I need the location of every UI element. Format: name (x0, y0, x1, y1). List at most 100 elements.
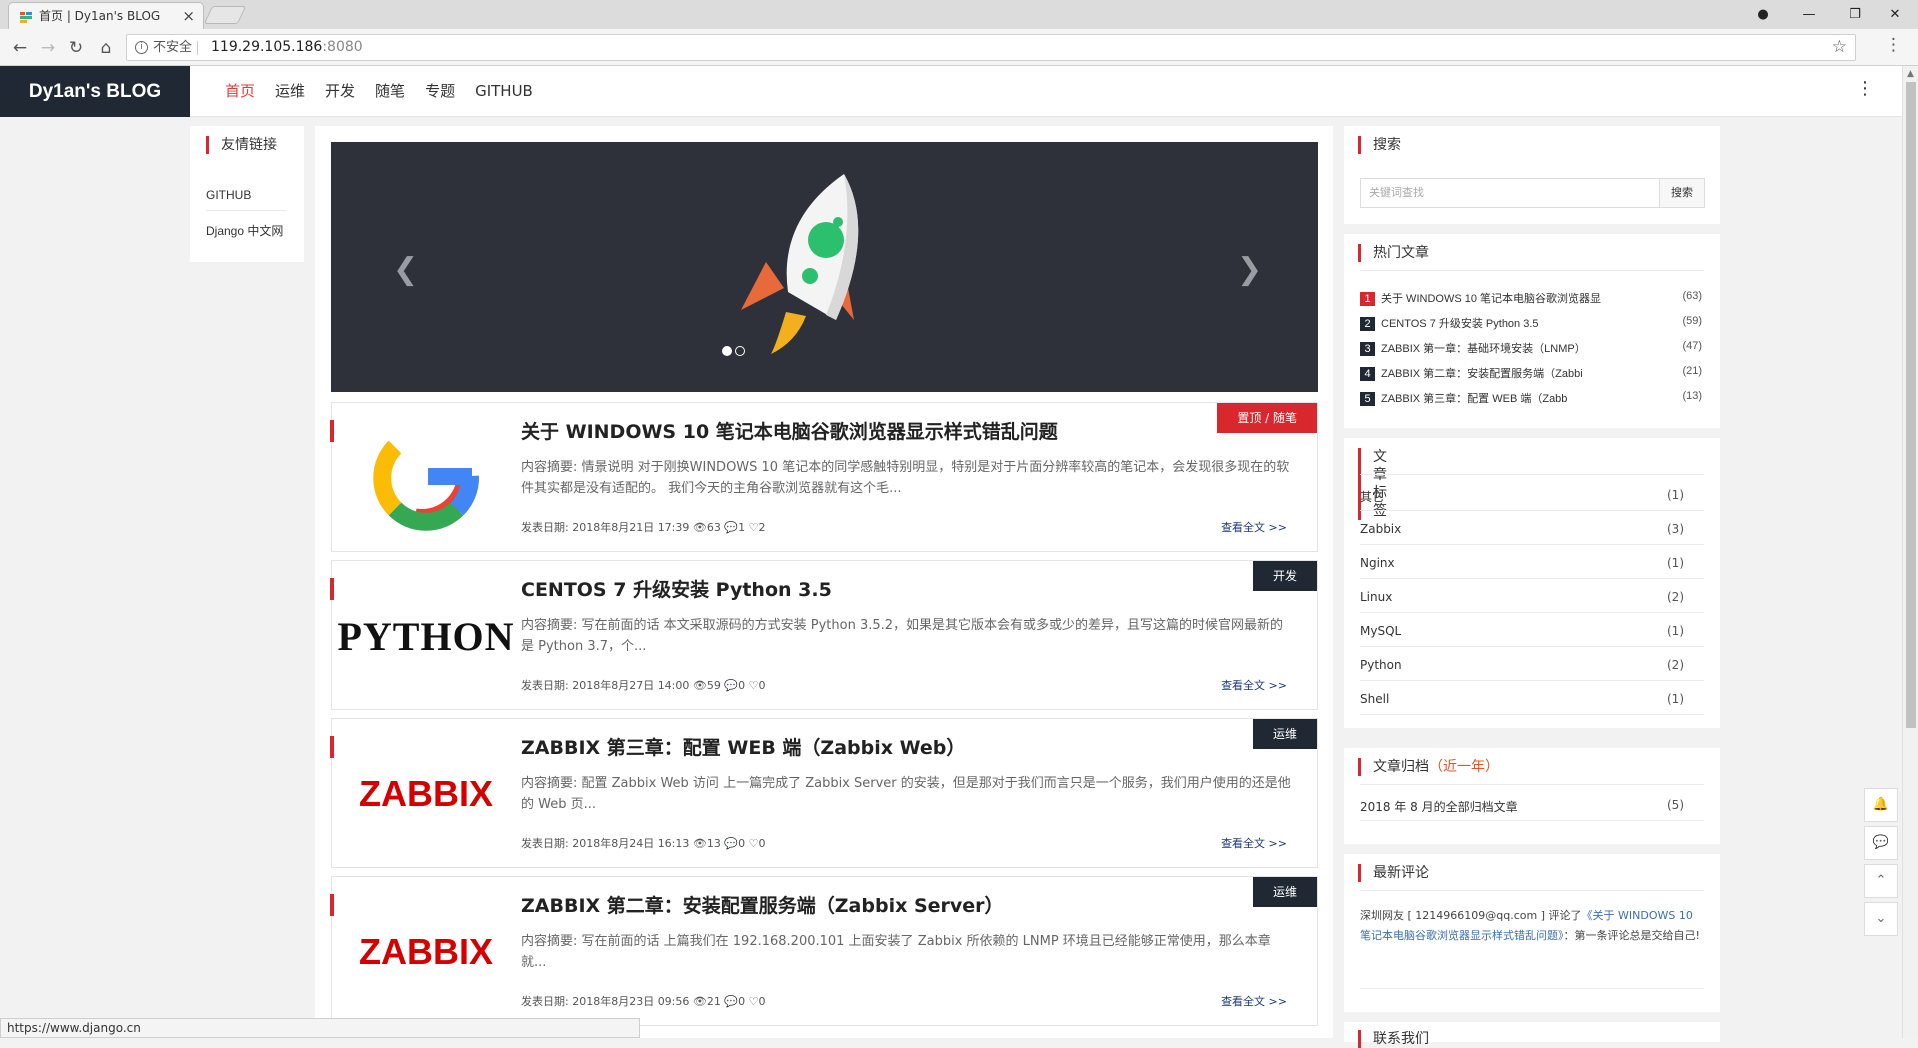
accent-bar (330, 420, 334, 442)
carousel-dot-2[interactable] (735, 346, 745, 356)
home-icon[interactable]: ⌂ (94, 36, 118, 60)
read-more-link[interactable]: 查看全文 >> (1221, 677, 1287, 693)
tag-item[interactable]: Linux (2) (1360, 590, 1702, 604)
zabbix-logo-icon: ZABBIX (359, 773, 493, 814)
hot-article-item[interactable]: 4 ZABBIX 第二章：安装配置服务端（Zabbi (21) (1360, 365, 1702, 381)
read-more-link[interactable]: 查看全文 >> (1221, 993, 1287, 1009)
article-meta: 发表日期: 2018年8月27日 14:00 👁59 💬0 ♡0 (521, 679, 766, 692)
accent-bar (330, 894, 334, 916)
info-icon[interactable]: i (135, 41, 148, 54)
hot-article-item[interactable]: 1 关于 WINDOWS 10 笔记本电脑谷歌浏览器显 (63) (1360, 290, 1702, 306)
tag-item[interactable]: 其它 (1) (1360, 488, 1702, 505)
nav-github[interactable]: GITHUB (465, 66, 543, 117)
category-badge[interactable]: 运维 (1252, 719, 1317, 749)
article-summary: 内容摘要: 情景说明 对于刚换WINDOWS 10 笔记本的同学感触特别明显，特… (521, 460, 1290, 496)
read-more-link[interactable]: 查看全文 >> (1221, 835, 1287, 851)
friend-link-github[interactable]: GITHUB (206, 188, 251, 202)
page-scrollbar[interactable]: ▲ (1902, 66, 1918, 1038)
friend-link-django[interactable]: Django 中文网 (206, 222, 283, 239)
new-tab-button[interactable] (203, 6, 247, 24)
more-icon[interactable]: ⋮ (1856, 78, 1874, 99)
article-title[interactable]: ZABBIX 第三章：配置 WEB 端（Zabbix Web） (521, 733, 965, 760)
tag-item[interactable]: Python (2) (1360, 658, 1702, 672)
divider (1360, 784, 1704, 785)
hot-article-item[interactable]: 3 ZABBIX 第一章：基础环境安装（LNMP） (47) (1360, 340, 1702, 356)
comment-icon: 💬 (724, 995, 739, 1008)
hot-article-item[interactable]: 2 CENTOS 7 升级安装 Python 3.5 (59) (1360, 315, 1702, 331)
back-icon[interactable]: ← (8, 36, 32, 60)
address-bar-row: ← → ↻ ⌂ i 不安全 119.29.105.186:8080 ☆ ⋮ (0, 29, 1918, 66)
scroll-up-icon[interactable]: ▲ (1907, 69, 1914, 79)
close-window-icon[interactable]: ✕ (1872, 0, 1918, 29)
browser-tab[interactable]: 首页 | Dy1an's BLOG × (8, 2, 204, 30)
tag-item[interactable]: Zabbix (3) (1360, 522, 1702, 536)
reload-icon[interactable]: ↻ (64, 36, 88, 60)
divider (197, 41, 198, 55)
wechat-icon[interactable]: 💬 (1864, 826, 1898, 860)
article-card[interactable]: ZABBIX ZABBIX 第二章：安装配置服务端（Zabbix Server）… (330, 876, 1318, 1026)
search-input[interactable]: 关键词查找 (1360, 178, 1660, 208)
latest-comments-panel: 最新评论 深圳网友 [ 1214966109@qq.com ] 评论了《关于 W… (1344, 854, 1720, 1012)
category-badge[interactable]: 开发 (1252, 561, 1317, 591)
carousel-next-icon[interactable]: ❯ (1237, 252, 1262, 287)
divider (206, 210, 286, 211)
minimize-icon[interactable]: — (1786, 0, 1832, 29)
archive-item[interactable]: 2018 年 8 月的全部归档文章 (5) (1360, 798, 1702, 815)
forward-icon[interactable]: → (36, 36, 60, 60)
qq-icon[interactable]: 🔔 (1864, 788, 1898, 822)
banner-carousel[interactable]: ❮ ❯ (331, 142, 1318, 392)
scroll-thumb[interactable] (1906, 82, 1916, 728)
article-title[interactable]: CENTOS 7 升级安装 Python 3.5 (521, 575, 832, 602)
article-summary: 内容摘要: 写在前面的话 本文采取源码的方式安装 Python 3.5.2，如果… (521, 618, 1284, 654)
tag-item[interactable]: MySQL (1) (1360, 624, 1702, 638)
article-meta: 发表日期: 2018年8月24日 16:13 👁13 💬0 ♡0 (521, 837, 766, 850)
security-label: 不安全 (153, 40, 193, 55)
main-content: ❮ ❯ 关于 WINDOWS 10 笔记本电脑谷歌浏览器显示样式错乱问题 内容摘… (315, 126, 1333, 1038)
divider (1360, 544, 1704, 545)
nav-dev[interactable]: 开发 (315, 66, 365, 117)
article-summary: 内容摘要: 配置 Zabbix Web 访问 上一篇完成了 Zabbix Ser… (521, 776, 1291, 812)
category-badge[interactable]: 运维 (1252, 877, 1317, 907)
divider (1360, 474, 1704, 475)
divider (1360, 612, 1704, 613)
divider (1360, 270, 1704, 271)
divider (1360, 578, 1704, 579)
nav-topics[interactable]: 专题 (415, 66, 465, 117)
site-logo[interactable]: Dy1an's BLOG (0, 66, 190, 117)
nav-notes[interactable]: 随笔 (365, 66, 415, 117)
comment-icon: 💬 (724, 837, 739, 850)
article-title[interactable]: ZABBIX 第二章：安装配置服务端（Zabbix Server） (521, 891, 1004, 918)
divider (1360, 646, 1704, 647)
tag-item[interactable]: Shell (1) (1360, 692, 1702, 706)
bookmark-star-icon[interactable]: ☆ (1832, 35, 1847, 60)
nav-home[interactable]: 首页 (215, 66, 265, 117)
read-more-link[interactable]: 查看全文 >> (1221, 519, 1287, 535)
article-card[interactable]: ZABBIX ZABBIX 第三章：配置 WEB 端（Zabbix Web） 内… (330, 718, 1318, 868)
hot-article-item[interactable]: 5 ZABBIX 第三章：配置 WEB 端（Zabb (13) (1360, 390, 1702, 406)
search-panel: 搜索 关键词查找 搜索 (1344, 126, 1720, 224)
carousel-prev-icon[interactable]: ❮ (393, 252, 418, 287)
tab-close-icon[interactable]: × (182, 3, 195, 29)
article-card[interactable]: 关于 WINDOWS 10 笔记本电脑谷歌浏览器显示样式错乱问题 内容摘要: 情… (330, 402, 1318, 552)
nav-ops[interactable]: 运维 (265, 66, 315, 117)
account-icon[interactable]: ● (1740, 0, 1786, 29)
article-title[interactable]: 关于 WINDOWS 10 笔记本电脑谷歌浏览器显示样式错乱问题 (521, 417, 1058, 444)
scroll-bottom-icon[interactable]: ⌄ (1864, 902, 1898, 936)
category-badge[interactable]: 置顶 / 随笔 (1217, 403, 1317, 433)
search-button[interactable]: 搜索 (1660, 178, 1705, 208)
article-meta: 发表日期: 2018年8月23日 09:56 👁21 💬0 ♡0 (521, 995, 766, 1008)
scroll-top-icon[interactable]: ⌃ (1864, 864, 1898, 898)
carousel-dot-1[interactable] (722, 346, 732, 356)
contact-panel: 联系我们 (1344, 1022, 1720, 1048)
divider (1360, 820, 1704, 821)
comment-icon: 💬 (724, 679, 739, 692)
url-input[interactable]: i 不安全 119.29.105.186:8080 ☆ (126, 34, 1856, 61)
divider (1360, 510, 1704, 511)
zabbix-logo-icon: ZABBIX (359, 931, 493, 972)
browser-menu-icon[interactable]: ⋮ (1885, 35, 1902, 55)
article-card[interactable]: PYTHON CENTOS 7 升级安装 Python 3.5 内容摘要: 写在… (330, 560, 1318, 710)
views-icon: 👁 (692, 995, 707, 1008)
browser-tab-strip: 首页 | Dy1an's BLOG × ● — ❐ ✕ (0, 0, 1918, 30)
tag-item[interactable]: Nginx (1) (1360, 556, 1702, 570)
friend-links-panel: 友情链接 GITHUB Django 中文网 (190, 126, 304, 262)
